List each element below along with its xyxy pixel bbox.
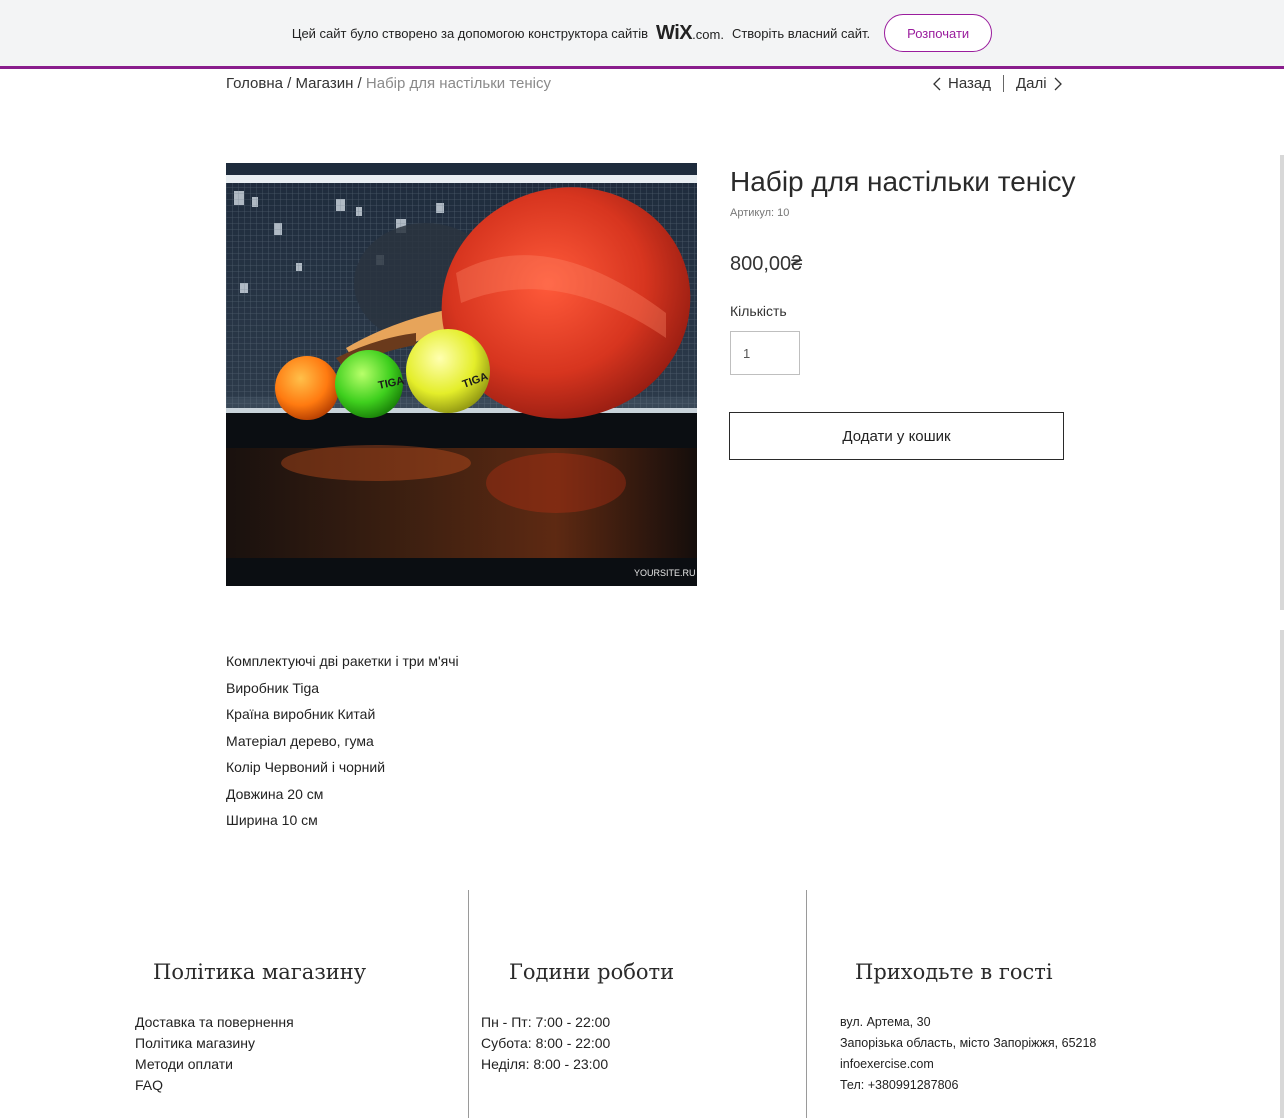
- footer-divider: [806, 890, 807, 1118]
- footer-link-faq[interactable]: FAQ: [135, 1075, 366, 1096]
- breadcrumb: Головна / Магазин / Набір для настільки …: [226, 75, 551, 92]
- next-link[interactable]: Далі: [1016, 75, 1047, 92]
- breadcrumb-separator: /: [353, 75, 366, 92]
- description-line: Довжина 20 см: [226, 785, 324, 802]
- add-to-cart-button[interactable]: Додати у кошик: [729, 412, 1064, 460]
- description-line: Ширина 10 см: [226, 812, 318, 828]
- footer-visit-title: Приходьте в гості: [855, 960, 1053, 984]
- banner-text: Цей сайт було створено за допомогою конс…: [291, 25, 649, 41]
- footer-link-payment[interactable]: Методи оплати: [135, 1054, 366, 1075]
- hours-weekdays: Пн - Пт: 7:00 - 22:00: [481, 1014, 611, 1030]
- description-line: Матеріал дерево, гума: [226, 732, 374, 749]
- breadcrumb-separator: /: [283, 75, 296, 92]
- product-pager: Назад Далі: [932, 75, 1063, 92]
- footer-divider: [468, 890, 469, 1118]
- footer-hours: Години роботи Пн - Пт: 7:00 - 22:00 Субо…: [481, 960, 675, 1075]
- scrollbar-track[interactable]: [1280, 630, 1284, 1118]
- footer-policy-title: Політика магазину: [153, 960, 367, 984]
- footer-link-policy[interactable]: Політика магазину: [135, 1033, 366, 1054]
- description-line: Виробник Tiga: [226, 679, 320, 696]
- wix-brand: WiX: [656, 21, 693, 44]
- address-city: Запорізька область, місто Запоріжжя, 652…: [840, 1036, 1097, 1050]
- description-line: Комплектуючі дві ракетки і три м'ячі: [226, 653, 459, 669]
- wix-brand-suffix: .com.: [692, 26, 724, 42]
- wix-logo: WiX.com.: [656, 22, 724, 45]
- table-tennis-photo: TIGA TIGA YOURSITE.RU: [226, 163, 697, 586]
- hours-sunday: Неділя: 8:00 - 23:00: [481, 1056, 609, 1072]
- product-price: 800,00₴: [730, 253, 803, 275]
- quantity-input[interactable]: [730, 331, 800, 375]
- description-line: Колір Червоний і чорний: [226, 759, 386, 775]
- breadcrumb-home-link[interactable]: Головна: [226, 75, 283, 92]
- contact-email[interactable]: infoexercise.com: [840, 1054, 1096, 1075]
- breadcrumb-shop-link[interactable]: Магазин: [296, 75, 354, 92]
- chevron-right-icon[interactable]: [1053, 77, 1063, 91]
- footer-visit: Приходьте в гості вул. Артема, 30 Запорі…: [840, 960, 1096, 1096]
- scrollbar-track[interactable]: [1280, 155, 1284, 610]
- product-sku: Артикул: 10: [730, 207, 790, 219]
- quantity-label: Кількість: [730, 303, 787, 319]
- start-button[interactable]: Розпочати: [884, 14, 993, 52]
- hours-saturday: Субота: 8:00 - 22:00: [481, 1035, 611, 1051]
- product-description: Комплектуючі дві ракетки і три м'ячі Вир…: [226, 648, 459, 834]
- wix-promo-banner: Цей сайт було створено за допомогою конс…: [0, 0, 1284, 69]
- image-watermark: YOURSITE.RU: [634, 568, 696, 578]
- breadcrumb-current: Набір для настільки тенісу: [365, 75, 551, 92]
- description-line: Країна виробник Китай: [226, 706, 376, 722]
- back-link[interactable]: Назад: [948, 75, 991, 92]
- product-title: Набір для настільки тенісу: [730, 166, 1076, 197]
- product-image[interactable]: TIGA TIGA YOURSITE.RU: [226, 163, 697, 586]
- contact-phone: Тел: +380991287806: [840, 1078, 959, 1092]
- chevron-left-icon[interactable]: [932, 77, 942, 91]
- banner-text-2: Створіть власний сайт.: [731, 25, 871, 41]
- footer-policy: Політика магазину Доставка та повернення…: [135, 960, 367, 1096]
- address-street: вул. Артема, 30: [840, 1015, 931, 1029]
- footer-link-delivery[interactable]: Доставка та повернення: [135, 1012, 366, 1033]
- footer-hours-title: Години роботи: [509, 960, 675, 984]
- pager-divider: [1002, 75, 1004, 92]
